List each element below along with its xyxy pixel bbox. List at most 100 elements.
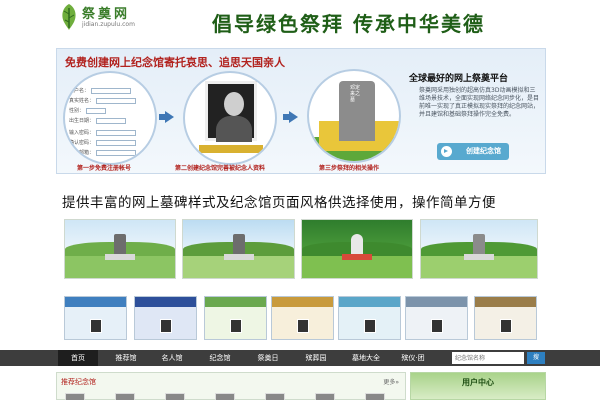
nav-item-memorial-days[interactable]: 祭奠日 xyxy=(246,350,290,366)
tomb-style-thumbnail[interactable] xyxy=(182,219,295,279)
style-header xyxy=(65,297,126,307)
style-portrait xyxy=(364,319,376,333)
create-memorial-label: 创建纪念馆 xyxy=(466,147,501,155)
style-portrait xyxy=(160,319,172,333)
thumb-tomb-base xyxy=(105,254,135,260)
form-box xyxy=(96,97,137,104)
memorial-avatar[interactable] xyxy=(165,393,185,400)
form-label: 输入密码： xyxy=(69,130,95,136)
site-header: 祭奠网 jidian.zupulu.com 倡导绿色祭拜 传承中华美德 xyxy=(0,0,600,48)
site-logo[interactable]: 祭奠网 jidian.zupulu.com xyxy=(58,2,140,34)
banner-title: 免费创建网上纪念馆寄托哀思、追思天国亲人 xyxy=(65,56,285,69)
user-center-panel: 用户中心 xyxy=(410,372,546,400)
form-label: 确认密码： xyxy=(69,140,95,146)
form-row: 输入密码： xyxy=(69,129,137,137)
page-style-thumbnail[interactable] xyxy=(134,296,197,340)
form-label: 出生日期： xyxy=(69,118,95,124)
memorial-avatar[interactable] xyxy=(365,393,385,400)
form-label: 用户名： xyxy=(69,88,90,94)
page-style-thumbnail[interactable] xyxy=(405,296,468,340)
form-row: 确认密码： xyxy=(69,139,137,147)
nav-item-home[interactable]: 首页 xyxy=(58,350,98,366)
form-row: 性别： xyxy=(69,107,107,115)
thumb-tomb-base xyxy=(464,254,494,260)
step3-tomb-illustration: 邓定来之墓 xyxy=(307,69,401,163)
form-label: 性别： xyxy=(69,108,85,114)
memorial-avatar[interactable] xyxy=(315,393,335,400)
style-portrait xyxy=(431,319,443,333)
nav-item-memorials[interactable]: 纪念馆 xyxy=(198,350,242,366)
memorial-avatar[interactable] xyxy=(65,393,85,400)
logo-domain: jidian.zupulu.com xyxy=(82,21,135,28)
style-portrait xyxy=(90,319,102,333)
nav-item-recommended[interactable]: 推荐馆 xyxy=(104,350,148,366)
form-label: 电子邮箱： xyxy=(69,150,95,156)
form-box xyxy=(96,139,137,146)
nav-item-more[interactable]: 殡仪·团 xyxy=(392,350,434,366)
style-header xyxy=(205,297,266,307)
tombstone-inscription: 邓定来之墓 xyxy=(350,85,361,103)
memorial-avatar[interactable] xyxy=(215,393,235,400)
logo-mark-icon xyxy=(62,4,76,30)
form-row: 真实姓名： xyxy=(69,97,137,105)
portrait-body xyxy=(216,116,252,142)
page-style-thumbnail[interactable] xyxy=(474,296,537,340)
header-slogan: 倡导绿色祭拜 传承中华美德 xyxy=(212,12,485,36)
main-nav: 首页 推荐馆 名人馆 纪念馆 祭奠日 殡葬园 墓地大全 殡仪·团 搜 xyxy=(0,350,600,366)
form-box xyxy=(86,107,107,114)
form-box xyxy=(96,117,127,124)
portrait-plaque xyxy=(199,145,263,153)
form-label: 真实姓名： xyxy=(69,98,95,104)
platform-description: 祭奠网采用独创的超高仿真3D动画模拟和三维场景技术，全面实现网络纪念同步化，是目… xyxy=(419,87,540,118)
tomb-style-thumbnail[interactable] xyxy=(420,219,538,279)
tomb-style-thumbnail[interactable] xyxy=(301,219,413,279)
form-box xyxy=(91,87,132,94)
style-header xyxy=(475,297,536,307)
style-header xyxy=(272,297,333,307)
arrow-right-icon xyxy=(159,111,174,123)
thumb-flowers xyxy=(342,254,372,260)
promo-banner: 免费创建网上纪念馆寄托哀思、追思天国亲人 用户名： 真实姓名： 性别： 出生日期… xyxy=(56,48,546,174)
tomb-style-thumbnail[interactable] xyxy=(64,219,176,279)
search-input[interactable] xyxy=(452,352,524,364)
arrow-right-icon xyxy=(283,111,298,123)
form-row: 出生日期： xyxy=(69,117,127,125)
style-portrait xyxy=(500,319,512,333)
nav-item-celebrity[interactable]: 名人馆 xyxy=(150,350,194,366)
form-box xyxy=(96,149,137,156)
page-style-thumbnail[interactable] xyxy=(271,296,334,340)
search-button[interactable]: 搜 xyxy=(527,352,545,364)
portrait-image xyxy=(205,81,257,142)
page-style-thumbnail[interactable] xyxy=(338,296,401,340)
step3-caption: 第三步祭拜的相关操作 xyxy=(319,165,380,172)
create-memorial-button[interactable]: 创建纪念馆 xyxy=(437,143,509,160)
thumb-tomb-base xyxy=(223,254,254,260)
more-link[interactable]: 更多» xyxy=(383,377,399,386)
step2-caption: 第二创建纪念馆完善被纪念人资料 xyxy=(175,165,266,172)
nav-item-cemeteries[interactable]: 墓地大全 xyxy=(342,350,390,366)
memorial-avatar[interactable] xyxy=(115,393,135,400)
nav-item-funeral[interactable]: 殡葬园 xyxy=(294,350,338,366)
step2-portrait-illustration xyxy=(183,71,277,165)
memorial-avatar[interactable] xyxy=(265,393,285,400)
form-box xyxy=(96,129,137,136)
portrait-face xyxy=(224,92,244,116)
page-style-thumbnail[interactable] xyxy=(204,296,267,340)
page-style-thumbnail[interactable] xyxy=(64,296,127,340)
step1-caption: 第一步免费注册帐号 xyxy=(77,165,132,172)
platform-title: 全球最好的网上祭奠平台 xyxy=(409,74,509,84)
logo-text: 祭奠网 xyxy=(82,7,131,22)
recommended-panel: 推荐纪念馆 更多» xyxy=(56,372,406,400)
form-row: 电子邮箱： xyxy=(69,149,137,157)
style-header xyxy=(135,297,196,307)
user-center-title: 用户中心 xyxy=(462,378,494,387)
style-portrait xyxy=(230,319,242,333)
style-portrait xyxy=(297,319,309,333)
form-row: 用户名： xyxy=(69,87,132,95)
style-header xyxy=(339,297,400,307)
play-circle-icon xyxy=(441,146,452,157)
features-heading: 提供丰富的网上墓碑样式及纪念馆页面风格供选择使用，操作简单方便 xyxy=(62,195,496,211)
step1-register-illustration: 用户名： 真实姓名： 性别： 出生日期： 输入密码： 确认密码： 电子邮箱： xyxy=(63,71,157,165)
style-header xyxy=(406,297,467,307)
recommended-panel-title: 推荐纪念馆 xyxy=(61,378,96,386)
